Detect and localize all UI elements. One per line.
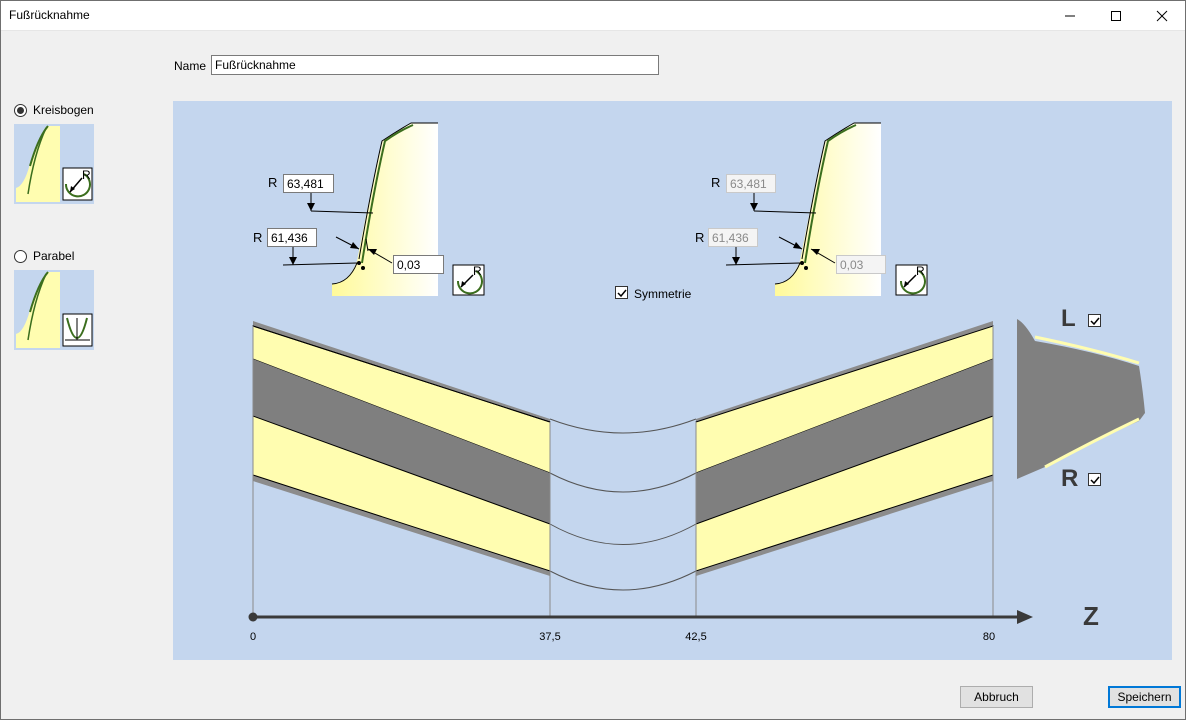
left-radius-bottom-input[interactable] <box>267 228 317 247</box>
parabel-preview-image <box>14 270 94 350</box>
svg-text:R: R <box>82 168 91 182</box>
right-r-label-top: R <box>711 175 721 190</box>
left-r-label-top: R <box>268 175 278 190</box>
symmetry-label: Symmetrie <box>634 287 692 301</box>
maximize-button[interactable] <box>1093 0 1139 31</box>
close-icon <box>1156 10 1168 21</box>
kreisbogen-preview-image: R <box>14 124 94 204</box>
right-radius-bottom-input[interactable] <box>708 228 758 247</box>
radio-parabel[interactable]: Parabel <box>14 249 74 263</box>
checkmark-icon <box>1090 317 1100 326</box>
right-tooth-band <box>695 321 994 576</box>
z-axis-label: Z <box>1083 601 1099 631</box>
minimize-button[interactable] <box>1047 0 1093 31</box>
radio-label-parabel: Parabel <box>33 249 75 263</box>
name-label: Name <box>174 59 207 73</box>
right-offset-input[interactable] <box>836 255 886 274</box>
left-radius-top-input[interactable] <box>283 174 334 193</box>
maximize-icon <box>1111 10 1121 21</box>
left-offset-input[interactable] <box>393 255 444 274</box>
right-radius-top-input[interactable] <box>726 174 776 193</box>
axis-tick-label: 42,5 <box>685 631 707 643</box>
axis-tick-label: 37,5 <box>539 631 561 643</box>
radio-kreisbogen[interactable]: Kreisbogen <box>14 103 94 117</box>
symmetry-checkbox[interactable] <box>615 286 628 299</box>
transition-curves <box>549 418 697 591</box>
checkmark-icon <box>617 289 627 298</box>
checkmark-icon <box>1090 476 1100 485</box>
right-radius-icon-letter: R <box>916 264 925 278</box>
save-button[interactable]: Speichern <box>1108 686 1181 708</box>
close-button[interactable] <box>1139 0 1185 31</box>
right-r-label-bottom: R <box>695 230 705 245</box>
geometry-canvas: R R R R R R Symmetrie L R 0 37,5 42,5 80… <box>173 101 1172 660</box>
window-title: Fußrücknahme <box>9 8 90 22</box>
radio-indicator-checked[interactable] <box>14 103 27 117</box>
right-flank-checkbox[interactable] <box>1088 473 1101 486</box>
title-bar: Fußrücknahme <box>0 0 1186 31</box>
radio-label-kreisbogen: Kreisbogen <box>33 103 94 117</box>
radio-indicator[interactable] <box>14 249 27 263</box>
z-axis <box>248 610 1033 624</box>
axis-tick-label: 0 <box>249 631 257 643</box>
left-radius-icon-letter: R <box>473 264 482 278</box>
minimize-icon <box>1065 15 1075 16</box>
parabel-thumbnail[interactable] <box>14 270 94 350</box>
axis-tick-label: 80 <box>982 631 996 643</box>
left-tooth-band <box>252 321 551 576</box>
left-flank-checkbox[interactable] <box>1088 314 1101 327</box>
left-r-label-bottom: R <box>253 230 263 245</box>
kreisbogen-thumbnail[interactable]: R <box>14 124 94 204</box>
left-flank-label: L <box>1061 305 1076 332</box>
name-input[interactable] <box>211 55 659 75</box>
cancel-button[interactable]: Abbruch <box>960 686 1033 708</box>
right-flank-label: R <box>1061 465 1079 492</box>
cross-section-profile <box>1017 319 1145 479</box>
